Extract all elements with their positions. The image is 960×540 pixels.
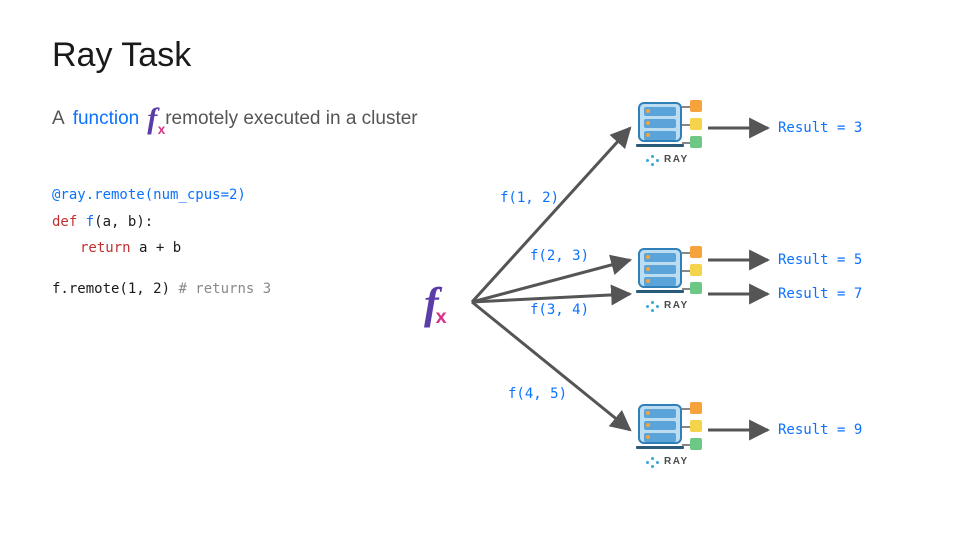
call-label-2: f(2, 3) <box>530 248 589 264</box>
subtitle: A function f x remotely executed in a cl… <box>52 104 418 134</box>
cluster-node-1: RAY <box>638 96 698 156</box>
call-label-3: f(3, 4) <box>530 302 589 318</box>
call-label-4: f(4, 5) <box>508 386 567 402</box>
page-title: Ray Task <box>52 36 191 75</box>
code-return-keyword: return <box>52 240 131 256</box>
call-label-1: f(1, 2) <box>500 190 559 206</box>
ray-logo: RAY <box>646 300 689 311</box>
code-comment: # returns 3 <box>178 281 271 297</box>
cluster-node-2: RAY <box>638 242 698 302</box>
code-params: (a, b): <box>94 214 153 230</box>
fx-x-glyph: x <box>436 308 447 328</box>
subtitle-a: A <box>52 108 65 130</box>
fx-icon: f x <box>147 104 157 134</box>
cluster-diagram: f x f(1, 2) f(2, 3) f(3, 4) f(4, 5) RAY … <box>380 70 950 510</box>
cluster-node-3: RAY <box>638 398 698 458</box>
fx-x-glyph: x <box>158 123 166 137</box>
fx-f-glyph: f <box>147 102 157 135</box>
code-return-expr: a + b <box>139 240 181 256</box>
code-fn-name: f <box>86 214 94 230</box>
code-call: f.remote(1, 2) <box>52 281 170 297</box>
subtitle-function-word: function <box>73 108 140 130</box>
code-decorator: @ray.remote(num_cpus=2) <box>52 187 246 203</box>
code-snippet: @ray.remote(num_cpus=2) def f(a, b): ret… <box>52 182 271 302</box>
ray-logo: RAY <box>646 154 689 165</box>
ray-logo: RAY <box>646 456 689 467</box>
server-icon <box>638 102 682 142</box>
result-2: Result = 5 <box>778 252 862 268</box>
result-3: Result = 7 <box>778 286 862 302</box>
fx-icon-origin: f x <box>424 282 439 326</box>
result-1: Result = 3 <box>778 120 862 136</box>
server-icon <box>638 404 682 444</box>
code-def-keyword: def <box>52 214 77 230</box>
result-4: Result = 9 <box>778 422 862 438</box>
server-icon <box>638 248 682 288</box>
